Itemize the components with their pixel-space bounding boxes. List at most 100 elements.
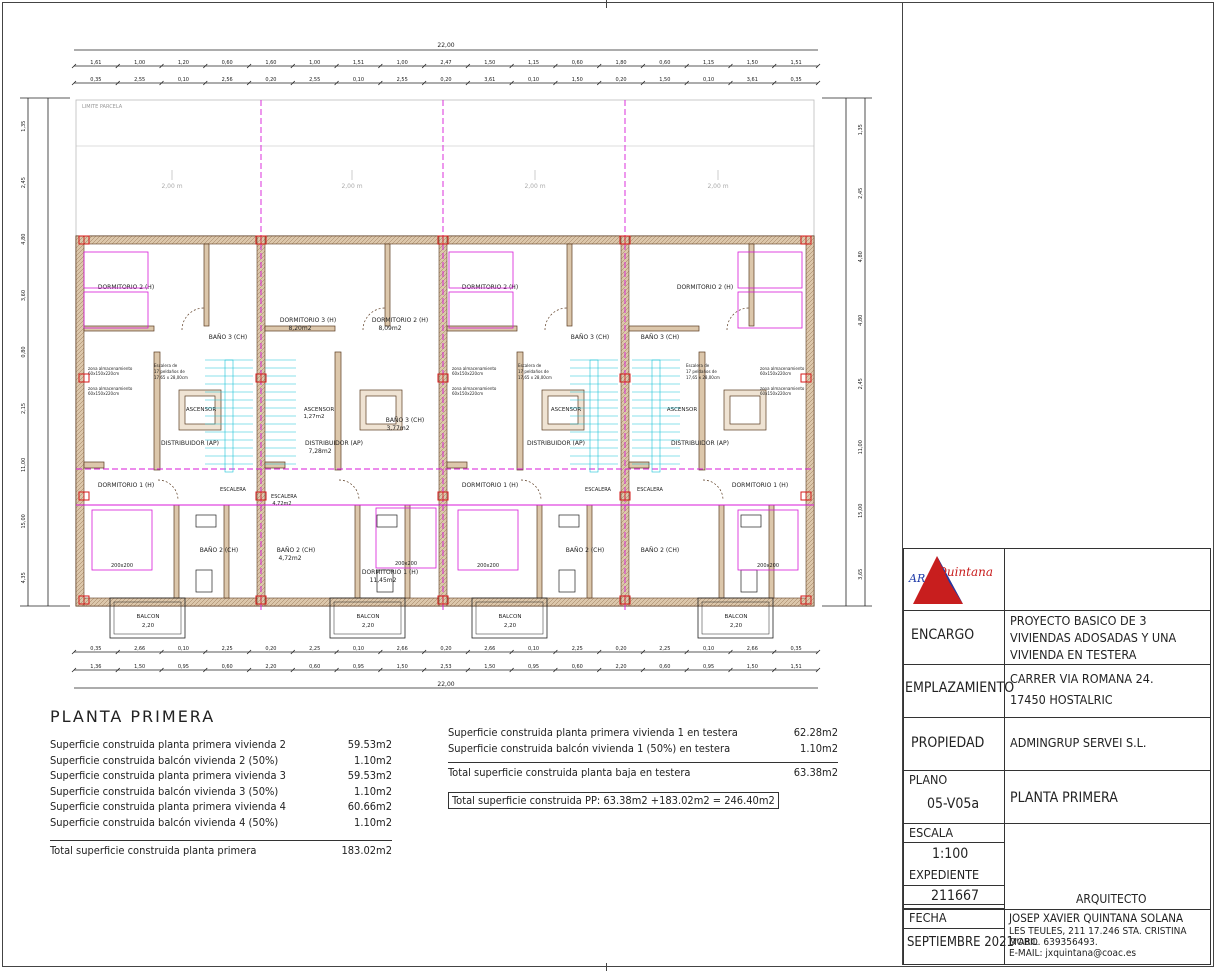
emplazamiento-label: EMPLAZAMIENTO [905,680,1015,696]
arquitecto-label: ARQUITECTO [1076,892,1147,906]
partition-wall [628,325,700,332]
area-row: Superficie construida planta primera viv… [50,769,392,782]
arquitecto-mobil: MOBIL. 639356493. [1009,937,1098,948]
dim-label: 1,60 [265,60,276,66]
dim-label: 0,60 [222,60,233,66]
partition-wall [718,504,725,599]
bed [737,291,803,329]
toilet [558,569,576,593]
dim-label: 2,25 [572,646,583,652]
partition-wall [264,461,286,469]
escalera-c: ESCALERA [585,487,611,493]
stair-note-c1: Escalera de [518,363,542,368]
dim-label: 2,66 [397,646,408,652]
dim-label: 1,50 [747,60,758,66]
ascensor-b-area: 1,27m2 [303,414,324,420]
dim-label: 2,45 [858,188,864,199]
encargo-line-2: VIVIENDAS ADOSADAS Y UNA [1010,630,1177,645]
door-swing [544,307,568,331]
bed [91,509,153,571]
dim-label: 2,25 [659,646,670,652]
ascensor-b: ASCENSOR [304,407,335,413]
dim-label: 2,45 [858,378,864,389]
balcony-dim: 2,20 [730,623,743,629]
dim-label: 0,95 [528,664,539,670]
room-bano-3-c: BAÑO 3 (CH) [571,334,609,341]
bano-2-b-area: 4,72m2 [278,555,301,562]
zona-c1-dim: 60x150x220cm [452,371,483,376]
room-dormitorio-2-b-area: 8,09m2 [378,325,401,332]
dim-label: 3,61 [747,77,758,83]
plano-title: PLANTA PRIMERA [1010,790,1118,806]
balcony-label: BALCON [725,614,748,620]
dim-label: 2,20 [615,664,626,670]
dim-label: 3,61 [484,77,495,83]
plot-limit-label: LIMITE PARCELA [82,104,123,110]
partition-wall [536,504,543,599]
dim-label: 1,50 [572,77,583,83]
escalera-b-area: 4,72m2 [272,501,291,507]
balcony-dim: 2,20 [142,623,155,629]
sink [376,514,398,528]
plot-limit [75,99,815,239]
stair-note-a3: 17,65 x 28,00cm [154,375,188,380]
dim-label: 1,50 [747,664,758,670]
area-row: Superficie construida planta primera viv… [50,738,392,751]
room-dormitorio-2-d: DORMITORIO 2 (H) [677,284,733,291]
yard-label-3: 2,00 m [524,183,545,190]
sink [558,514,580,528]
partition-wall [446,461,468,469]
dim-label: 1,35 [21,121,27,132]
zona-d2-dim: 60x150x220cm [760,391,791,396]
bed-size-label: 200x200 [477,563,499,569]
stair-note-d2: 17 peldaños de [686,369,717,374]
distribuidor-b-area: 7,28m2 [308,448,331,455]
dormitorio-1-b-area: 11,45m2 [370,577,397,584]
dim-label: 4,80 [21,234,27,245]
dim-label: 2,56 [222,77,233,83]
escala-label: ESCALA [909,825,954,840]
dim-label: 0,60 [222,664,233,670]
dim-label: 0,60 [659,664,670,670]
dim-label: 1,00 [134,60,145,66]
dim-label: 0,35 [791,77,802,83]
bano-2-b: BAÑO 2 (CH) [277,547,315,554]
center-mark-bottom [606,963,607,971]
zona-a1-dim: 60x150x220cm [88,371,119,376]
escalera-a: ESCALERA [220,487,246,493]
dim-label: 2,66 [484,646,495,652]
room-dormitorio-2-a: DORMITORIO 2 (H) [98,284,154,291]
stair-note-c2: 17 peldaños de [518,369,549,374]
partition-wall [384,243,391,327]
stair-note-d1: Escalera de [686,363,710,368]
door-swing [157,479,179,501]
drawing-sheet: 22,00 22,00 1,61 1,00 1,20 0,60 1,60 1,00 1,51… [0,0,1216,971]
dim-label: 0,95 [353,664,364,670]
emplazamiento-line-2: 17450 HOSTALRIC [1010,692,1113,707]
company-logo: AR Quintana [908,556,993,604]
bed [457,509,519,571]
arquitecto-email: E-MAIL: jxquintana@coac.es [1009,948,1137,959]
room-bano-3-d: BAÑO 3 (CH) [641,334,679,341]
dim-label: 1,50 [659,77,670,83]
interior-walls [83,243,775,599]
stair-note-a2: 17 peldaños de [154,369,185,374]
dim-label: 1,51 [791,664,802,670]
dim-label: 0,10 [528,77,539,83]
expediente-label: EXPEDIENTE [909,867,980,882]
dormitorio-1-b: DORMITORIO 1 (H) [362,569,418,576]
dim-label: 0,35 [90,646,101,652]
dim-label: 1,80 [615,60,626,66]
dim-label: 11,00 [21,458,27,472]
dim-label: 2,55 [134,77,145,83]
dim-label: 1,15 [528,60,539,66]
dim-label: 0,10 [353,77,364,83]
area-total-row: Total superficie construida planta baja … [448,762,838,781]
room-bano-3-a: BAÑO 3 (CH) [209,334,247,341]
partition-wall [83,461,105,469]
stair-note-c3: 17,65 x 28,00cm [518,375,552,380]
bed [83,251,149,289]
bed [448,251,514,289]
door-swing [181,307,205,331]
dim-label: 0,20 [615,77,626,83]
